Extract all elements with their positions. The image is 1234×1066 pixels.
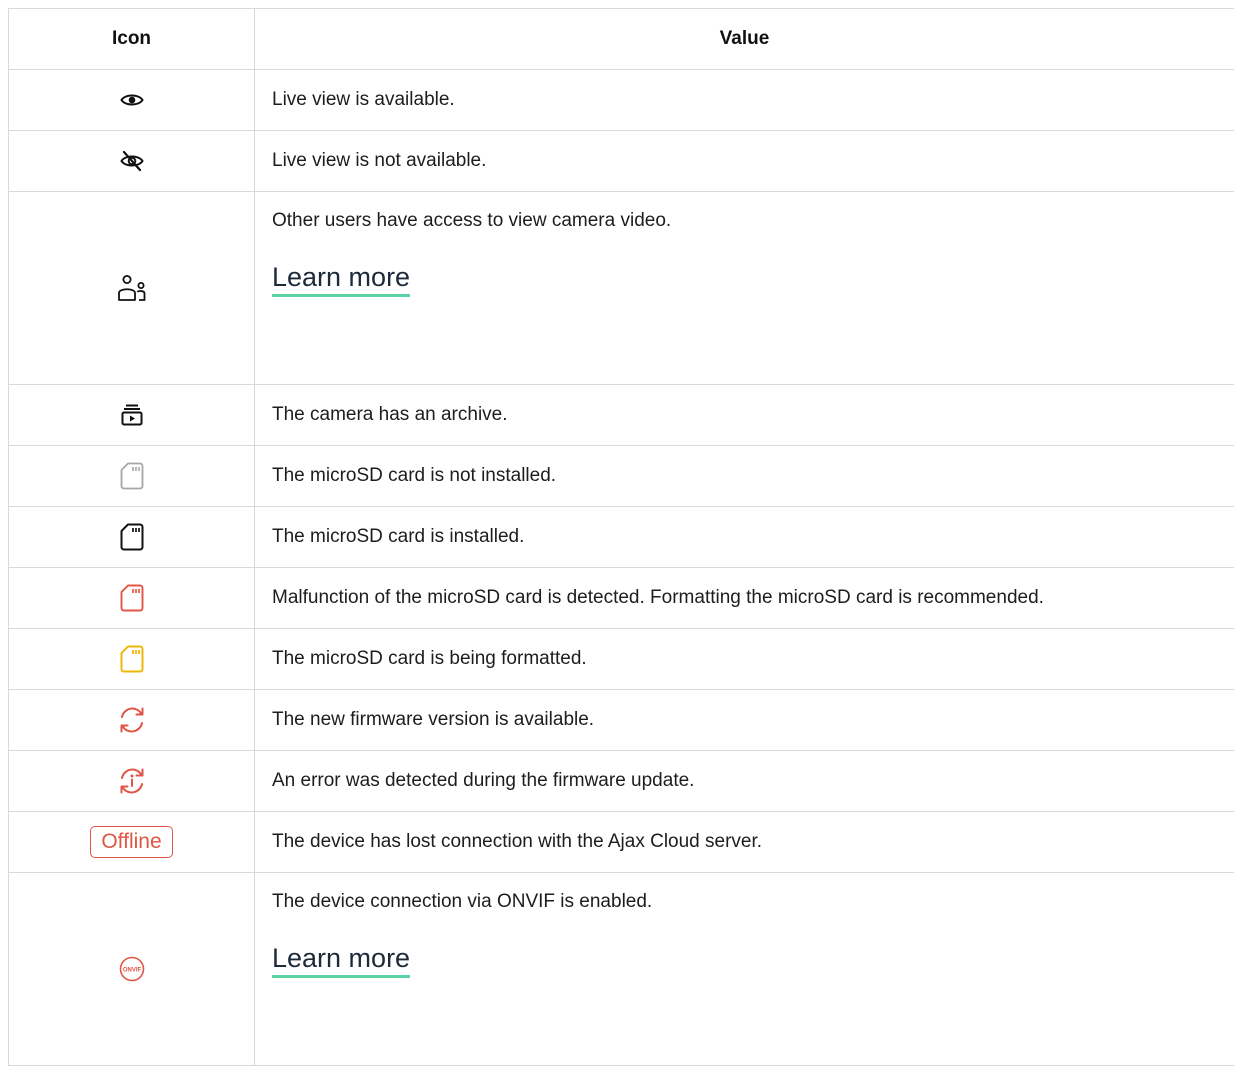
- value-cell: The device connection via ONVIF is enabl…: [255, 873, 1234, 1066]
- value-cell: The microSD card is installed.: [255, 507, 1234, 568]
- icon-cell: [9, 629, 255, 690]
- value-text: The device connection via ONVIF is enabl…: [272, 891, 1234, 913]
- table-header-row: Icon Value: [9, 9, 1234, 70]
- sd-card-grey-icon: [120, 462, 144, 490]
- table-row: Live view is available.: [9, 70, 1234, 131]
- learn-more-link[interactable]: Learn more: [272, 262, 410, 297]
- value-cell: The camera has an archive.: [255, 385, 1234, 446]
- icon-cell: [9, 70, 255, 131]
- icon-cell: [9, 192, 255, 385]
- icons-table: Icon Value Live view is available. Li: [8, 8, 1234, 1066]
- table-row: The microSD card is installed.: [9, 507, 1234, 568]
- value-cell: Malfunction of the microSD card is detec…: [255, 568, 1234, 629]
- value-cell: The new firmware version is available.: [255, 690, 1234, 751]
- icon-cell: [9, 690, 255, 751]
- icon-cell: [9, 446, 255, 507]
- learn-more-link[interactable]: Learn more: [272, 943, 410, 978]
- eye-off-icon: [120, 150, 144, 172]
- icons-table-container: Icon Value Live view is available. Li: [8, 8, 1234, 1066]
- icon-cell: [9, 568, 255, 629]
- table-row: The new firmware version is available.: [9, 690, 1234, 751]
- value-cell: The microSD card is being formatted.: [255, 629, 1234, 690]
- icon-cell: Offline: [9, 812, 255, 873]
- icon-cell: [9, 385, 255, 446]
- shared-users-icon: [117, 274, 147, 302]
- icon-cell: [9, 751, 255, 812]
- sd-card-yellow-icon: [120, 645, 144, 673]
- table-row: The microSD card is being formatted.: [9, 629, 1234, 690]
- value-column-header: Value: [255, 9, 1234, 70]
- table-row: Live view is not available.: [9, 131, 1234, 192]
- eye-icon: [120, 92, 144, 108]
- archive-icon: [121, 404, 143, 426]
- icon-cell: [9, 131, 255, 192]
- table-row: Offline The device has lost connection w…: [9, 812, 1234, 873]
- onvif-icon: ONVIF: [119, 956, 145, 982]
- table-row: Other users have access to view camera v…: [9, 192, 1234, 385]
- offline-badge: Offline: [90, 826, 172, 858]
- table-row: The camera has an archive.: [9, 385, 1234, 446]
- table-row: The microSD card is not installed.: [9, 446, 1234, 507]
- firmware-error-icon: [117, 766, 147, 796]
- value-cell: The device has lost connection with the …: [255, 812, 1234, 873]
- table-row: Malfunction of the microSD card is detec…: [9, 568, 1234, 629]
- value-cell: The microSD card is not installed.: [255, 446, 1234, 507]
- icon-column-header: Icon: [9, 9, 255, 70]
- value-text: Other users have access to view camera v…: [272, 210, 1234, 232]
- value-cell: Other users have access to view camera v…: [255, 192, 1234, 385]
- icon-cell: ONVIF: [9, 873, 255, 1066]
- onvif-icon-text: ONVIF: [122, 968, 141, 974]
- firmware-update-icon: [117, 705, 147, 735]
- sd-card-black-icon: [120, 523, 144, 551]
- value-cell: Live view is available.: [255, 70, 1234, 131]
- icon-cell: [9, 507, 255, 568]
- value-cell: An error was detected during the firmwar…: [255, 751, 1234, 812]
- table-row: An error was detected during the firmwar…: [9, 751, 1234, 812]
- sd-card-red-icon: [120, 584, 144, 612]
- value-cell: Live view is not available.: [255, 131, 1234, 192]
- table-row: ONVIF The device connection via ONVIF is…: [9, 873, 1234, 1066]
